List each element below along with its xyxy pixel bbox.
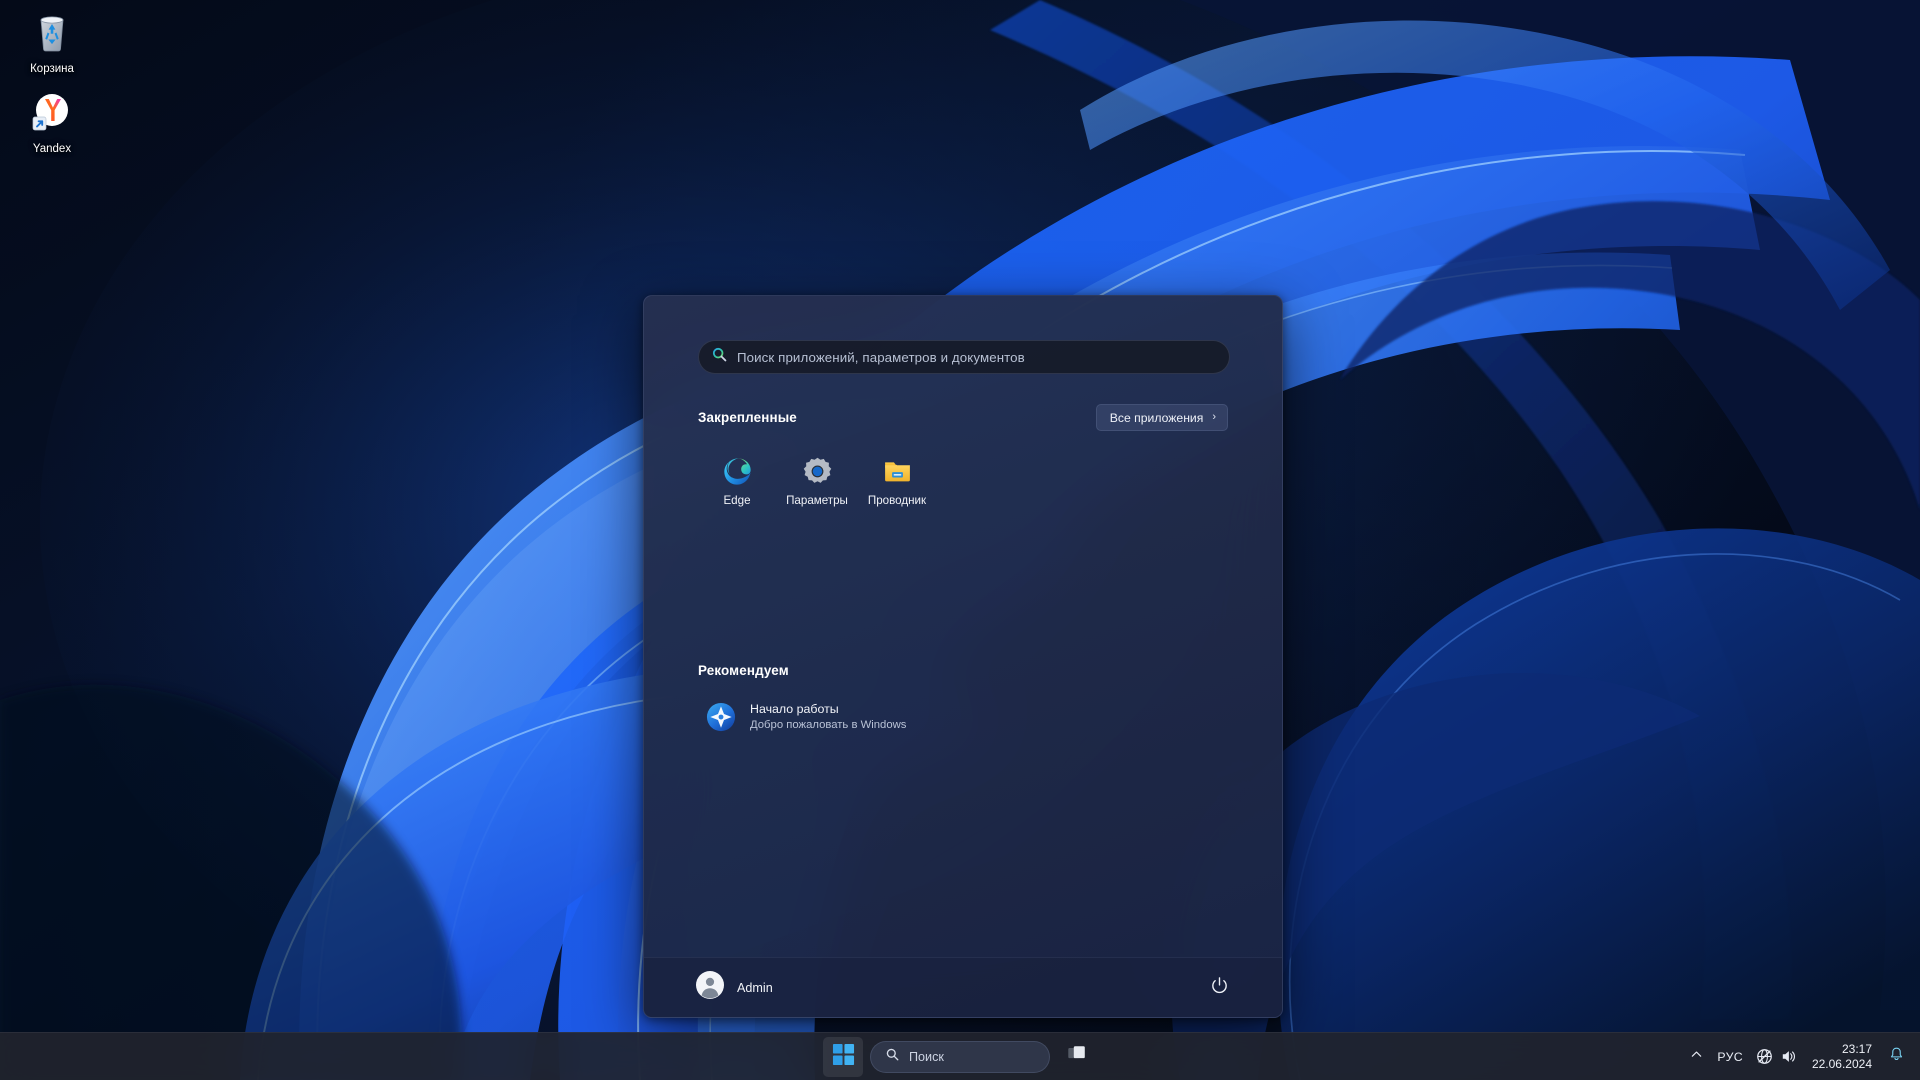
- desktop-icon-label: Корзина: [30, 63, 74, 75]
- clock-time: 23:17: [1841, 1041, 1872, 1056]
- chevron-up-icon: [1690, 1048, 1703, 1066]
- edge-icon: [722, 456, 753, 487]
- taskbar-search-placeholder: Поиск: [909, 1049, 944, 1064]
- file-explorer-icon: [882, 456, 913, 487]
- pinned-app-file-explorer[interactable]: Проводник: [858, 447, 936, 521]
- network-disconnected-icon: [1755, 1047, 1774, 1066]
- pinned-app-label: Edge: [723, 494, 751, 507]
- clock-date: 22.06.2024: [1811, 1056, 1872, 1071]
- all-apps-label: Все приложения: [1109, 410, 1204, 425]
- taskbar-search-input[interactable]: Поиск: [870, 1040, 1050, 1073]
- start-button[interactable]: [823, 1036, 863, 1077]
- language-label: РУС: [1717, 1049, 1743, 1064]
- windows-logo-icon: [832, 1043, 855, 1071]
- search-icon: [885, 1047, 900, 1067]
- user-avatar-icon: [696, 971, 724, 1004]
- user-account-button[interactable]: Admin: [690, 965, 784, 1010]
- desktop-icon-recycle-bin[interactable]: Корзина: [10, 8, 94, 77]
- clock-button[interactable]: 23:17 22.06.2024: [1803, 1037, 1881, 1077]
- volume-icon: [1779, 1047, 1798, 1066]
- desktop-icon-yandex[interactable]: Yandex: [10, 88, 94, 157]
- power-button[interactable]: [1202, 971, 1236, 1005]
- settings-gear-icon: [802, 456, 833, 487]
- start-menu-panel: Поиск приложений, параметров и документо…: [643, 295, 1283, 1018]
- desktop-icon-label: Yandex: [32, 143, 72, 155]
- pinned-app-label: Параметры: [786, 494, 848, 507]
- start-search-input[interactable]: Поиск приложений, параметров и документо…: [698, 340, 1230, 374]
- taskbar: Поиск РУС 23:17 22.06.2024: [0, 1032, 1920, 1080]
- pinned-section-header: Закрепленные Все приложения ›: [698, 404, 1228, 431]
- recycle-bin-icon: [28, 8, 76, 56]
- start-menu-body: Поиск приложений, параметров и документо…: [644, 296, 1282, 957]
- taskbar-system-tray: РУС 23:17 22.06.2024: [1683, 1033, 1920, 1080]
- recommended-item-subtitle: Добро пожаловать в Windows: [750, 718, 907, 731]
- language-indicator[interactable]: РУС: [1710, 1037, 1750, 1077]
- recommended-item-get-started[interactable]: Начало работы Добро пожаловать в Windows: [698, 692, 970, 742]
- yandex-icon: [28, 88, 76, 136]
- task-view-icon: [1066, 1043, 1088, 1070]
- start-search-placeholder: Поиск приложений, параметров и документо…: [737, 349, 1025, 365]
- tray-overflow-button[interactable]: [1683, 1037, 1710, 1077]
- search-icon: [711, 346, 728, 368]
- notifications-button[interactable]: [1881, 1037, 1912, 1077]
- pinned-app-edge[interactable]: Edge: [698, 447, 776, 521]
- taskbar-center-group: Поиск: [0, 1036, 1920, 1077]
- tray-quick-settings-button[interactable]: [1750, 1037, 1803, 1077]
- get-started-icon: [706, 702, 736, 732]
- start-menu-footer: Admin: [644, 957, 1282, 1017]
- pinned-app-settings[interactable]: Параметры: [778, 447, 856, 521]
- recommended-title: Рекомендуем: [698, 663, 789, 678]
- recommended-item-title: Начало работы: [750, 701, 839, 716]
- user-name-label: Admin: [737, 980, 773, 995]
- desktop[interactable]: Корзина Yandex Поиск приложений, парамет…: [0, 0, 1920, 1080]
- all-apps-button[interactable]: Все приложения ›: [1095, 404, 1228, 431]
- pinned-apps-grid: Edge Параметры Проводник: [698, 447, 1228, 521]
- pinned-title: Закрепленные: [698, 410, 797, 425]
- power-icon: [1210, 976, 1229, 1000]
- pinned-app-label: Проводник: [867, 494, 927, 507]
- recommended-section-header: Рекомендуем: [698, 663, 1228, 678]
- recommended-item-text: Начало работы Добро пожаловать в Windows: [750, 702, 906, 732]
- chevron-right-icon: ›: [1212, 411, 1216, 423]
- task-view-button[interactable]: [1057, 1037, 1097, 1077]
- bell-icon: [1888, 1046, 1905, 1068]
- recommended-list: Начало работы Добро пожаловать в Windows: [698, 692, 1228, 742]
